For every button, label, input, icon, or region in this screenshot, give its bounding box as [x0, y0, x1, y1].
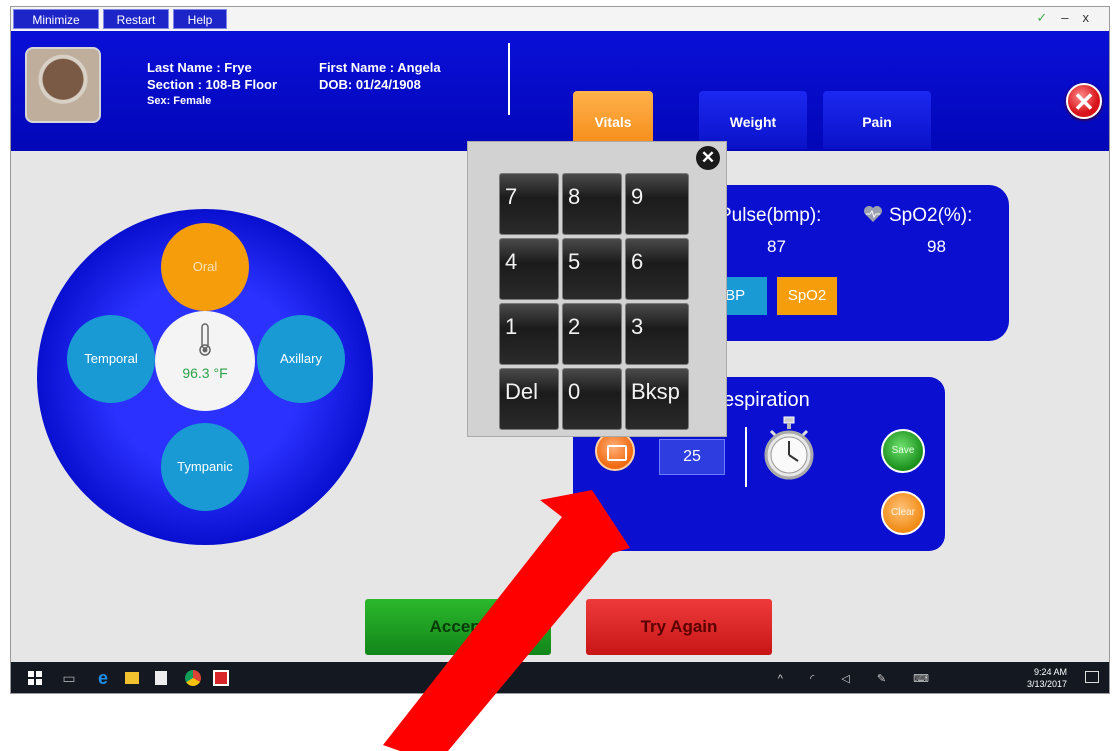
stopwatch-icon[interactable]: [761, 415, 817, 481]
app-window: Minimize Restart Help ✓–x Last Name : Fr…: [10, 6, 1110, 694]
patient-info-left: Last Name : Frye Section : 108-B Floor S…: [147, 59, 277, 110]
spo2-label: SpO2(%):: [889, 205, 973, 226]
key-9[interactable]: 9: [625, 173, 689, 235]
keypad-grid: 7 8 9 4 5 6 1 2 3 Del 0 Bksp: [499, 173, 689, 430]
minimize-menu-button[interactable]: Minimize: [13, 9, 99, 29]
key-0[interactable]: 0: [562, 368, 622, 430]
running-app-icon[interactable]: [213, 670, 229, 686]
file-explorer-icon[interactable]: [125, 672, 139, 684]
edge-browser-icon[interactable]: e: [95, 669, 111, 687]
clock-date: 3/13/2017: [1026, 679, 1067, 689]
checkmark-icon: ✓: [1036, 10, 1062, 25]
key-2[interactable]: 2: [562, 303, 622, 365]
last-name: Last Name : Frye: [147, 60, 252, 75]
chrome-icon[interactable]: [185, 670, 201, 686]
windows-start-icon[interactable]: [27, 670, 43, 686]
site-tympanic-button[interactable]: Tympanic: [161, 423, 249, 511]
site-temporal-button[interactable]: Temporal: [67, 315, 155, 403]
sex: Sex: Female: [147, 95, 212, 107]
thermometer-icon: [199, 323, 211, 356]
vitals-panel: Pulse(bmp): SpO2(%): 87 98 IBP SpO2: [691, 185, 1009, 341]
menu-bar: Minimize Restart Help ✓–x: [11, 7, 1109, 31]
restart-menu-button[interactable]: Restart: [103, 9, 169, 29]
respiration-count-field[interactable]: 25: [659, 439, 725, 475]
try-again-button[interactable]: Try Again: [586, 599, 772, 655]
windows-taskbar: ▭ e ^ ◜ ◁ ✎ ⌨ 9:24 AM 3/13/2017: [11, 662, 1109, 693]
pulse-value: 87: [767, 237, 786, 256]
save-button[interactable]: Save: [881, 429, 925, 473]
spo2-value: 98: [927, 237, 946, 256]
notifications-icon[interactable]: [1085, 671, 1099, 683]
patient-header: Last Name : Frye Section : 108-B Floor S…: [11, 31, 1109, 151]
key-4[interactable]: 4: [499, 238, 559, 300]
first-name: First Name : Angela: [319, 60, 441, 75]
clock-time: 9:24 AM: [1033, 667, 1067, 677]
keypad-close-icon[interactable]: ✕: [696, 146, 720, 170]
numeric-keypad-popup: ✕ 7 8 9 4 5 6 1 2 3 Del 0 Bksp: [467, 141, 727, 437]
key-6[interactable]: 6: [625, 238, 689, 300]
key-3[interactable]: 3: [625, 303, 689, 365]
key-5[interactable]: 5: [562, 238, 622, 300]
patient-info-right: First Name : Angela DOB: 01/24/1908: [319, 59, 441, 93]
respiration-divider: [745, 427, 747, 487]
key-8[interactable]: 8: [562, 173, 622, 235]
spo2-button[interactable]: SpO2: [777, 277, 837, 315]
accept-button[interactable]: Accept: [365, 599, 551, 655]
store-icon[interactable]: [155, 671, 167, 685]
dob: DOB: 01/24/1908: [319, 77, 421, 92]
heart-icon: [864, 206, 882, 222]
clear-button[interactable]: Clear: [881, 491, 925, 535]
close-icon[interactable]: ✕: [1066, 83, 1102, 119]
tab-pain[interactable]: Pain: [823, 91, 931, 149]
window-minimize-button[interactable]: –: [1061, 10, 1082, 25]
task-view-icon[interactable]: ▭: [61, 670, 77, 686]
taskbar-clock[interactable]: 9:24 AM 3/13/2017: [1027, 666, 1067, 690]
pulse-label: Pulse(bmp):: [719, 205, 822, 226]
respiration-label: espiration: [723, 389, 810, 411]
help-menu-button[interactable]: Help: [173, 9, 227, 29]
key-1[interactable]: 1: [499, 303, 559, 365]
section: Section : 108-B Floor: [147, 77, 278, 92]
keypad-toggle-button[interactable]: [595, 431, 635, 471]
key-backspace[interactable]: Bksp: [625, 368, 689, 430]
window-controls: ✓–x: [1036, 10, 1103, 26]
system-tray[interactable]: ^ ◜ ◁ ✎ ⌨: [778, 672, 941, 685]
temperature-value: 96.3 °F: [182, 365, 228, 381]
site-oral-button[interactable]: Oral: [161, 223, 249, 311]
header-divider: [508, 43, 510, 115]
window-close-button[interactable]: x: [1083, 10, 1104, 25]
site-axillary-button[interactable]: Axillary: [257, 315, 345, 403]
key-7[interactable]: 7: [499, 173, 559, 235]
patient-photo: [25, 47, 101, 123]
key-delete[interactable]: Del: [499, 368, 559, 430]
temperature-site-wheel: Oral Temporal Axillary Tympanic 96.3 °F: [37, 209, 373, 545]
temperature-readout: 96.3 °F: [155, 311, 255, 411]
